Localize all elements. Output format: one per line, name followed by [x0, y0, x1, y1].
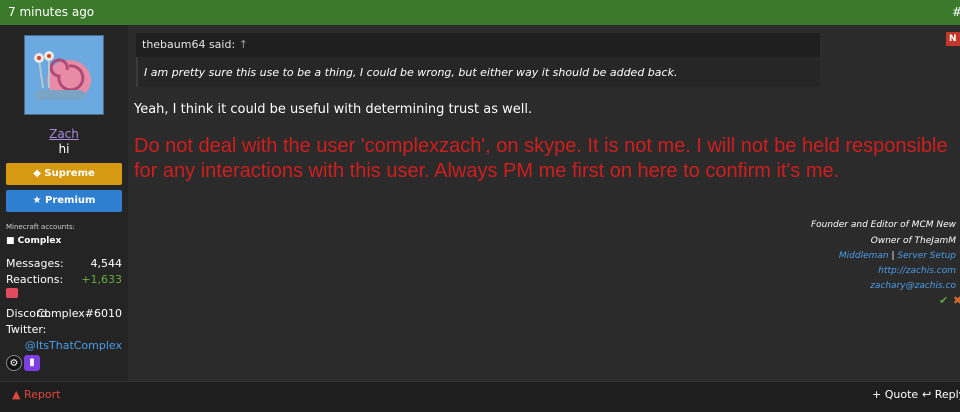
steam-icon[interactable]: ⚙ — [6, 355, 22, 371]
premium-badge-label: Premium — [45, 195, 96, 206]
website-link[interactable]: http://zachis.com — [878, 266, 956, 276]
reply-label: Reply — [934, 388, 960, 401]
supreme-badge-label: Supreme — [44, 168, 95, 179]
signature-separator: | — [891, 251, 895, 261]
minecraft-head-icon: ■ — [6, 236, 15, 246]
trophy-icon: ★ — [32, 195, 42, 206]
middleman-link[interactable]: Middleman — [839, 251, 889, 261]
gift-icon — [6, 288, 18, 298]
reply-button[interactable]: ↩ Reply — [922, 388, 960, 401]
quote-text: I am pretty sure this use to be a thing,… — [144, 66, 678, 79]
email-link[interactable]: zachary@zachis.co — [870, 281, 956, 291]
warning-text: Do not deal with the user 'complexzach',… — [134, 135, 948, 182]
new-badge: N — [946, 32, 960, 46]
avatar[interactable] — [24, 35, 104, 115]
minecraft-account-link[interactable]: ■ Complex — [6, 236, 61, 246]
quote-jump-icon[interactable]: ↑ — [239, 38, 248, 51]
post-number[interactable]: # — [952, 5, 960, 19]
checkmark-icon: ✔ — [939, 294, 949, 307]
messages-label: Messages: — [6, 257, 64, 270]
reactions-value: +1,633 — [81, 273, 122, 286]
quote-author-text: thebaum64 said: — [142, 38, 236, 51]
twitter-handle-link[interactable]: @ItsThatComplex — [25, 339, 122, 352]
quote-button[interactable]: + Quote — [872, 388, 918, 401]
post-header: 7 minutes ago # — [0, 0, 960, 25]
cross-icon: ✖ — [953, 294, 960, 307]
post-timestamp[interactable]: 7 minutes ago — [8, 5, 94, 19]
post-footer — [0, 381, 960, 412]
reply-icon: ↩ — [922, 388, 932, 401]
username-link[interactable]: Zach — [0, 127, 128, 141]
twitter-label: Twitter: — [6, 323, 47, 336]
minecraft-account-name: Complex — [17, 236, 62, 246]
twitch-icon[interactable]: ▮ — [24, 355, 40, 371]
diamond-icon: ◆ — [33, 168, 41, 179]
premium-badge: ★ Premium — [6, 190, 122, 212]
minecraft-accounts-label: Minecraft accounts: — [6, 223, 75, 231]
reactions-label: Reactions: — [6, 273, 64, 286]
signature-line-2: Owner of TheJamM — [870, 236, 956, 246]
report-button[interactable]: ▲ Report — [12, 388, 60, 401]
warning-icon: ▲ — [12, 388, 21, 401]
messages-value[interactable]: 4,544 — [91, 257, 123, 270]
user-title: hi — [58, 142, 70, 156]
signature-links-row: Middleman | Server Setup — [839, 251, 956, 261]
user-sidebar: Zach hi ◆ Supreme ★ Premium Minecraft ac… — [0, 25, 128, 381]
snail-avatar-icon — [25, 36, 103, 114]
report-label: Report — [23, 388, 61, 401]
server-setup-link[interactable]: Server Setup — [897, 251, 956, 261]
discord-value: Complex#6010 — [36, 307, 122, 320]
quote-author[interactable]: thebaum64 said: ↑ — [142, 38, 248, 51]
signature-line-1: Founder and Editor of MCM New — [810, 220, 956, 230]
post-reply-text: Yeah, I think it could be useful with de… — [134, 102, 533, 117]
supreme-badge: ◆ Supreme — [6, 163, 122, 185]
